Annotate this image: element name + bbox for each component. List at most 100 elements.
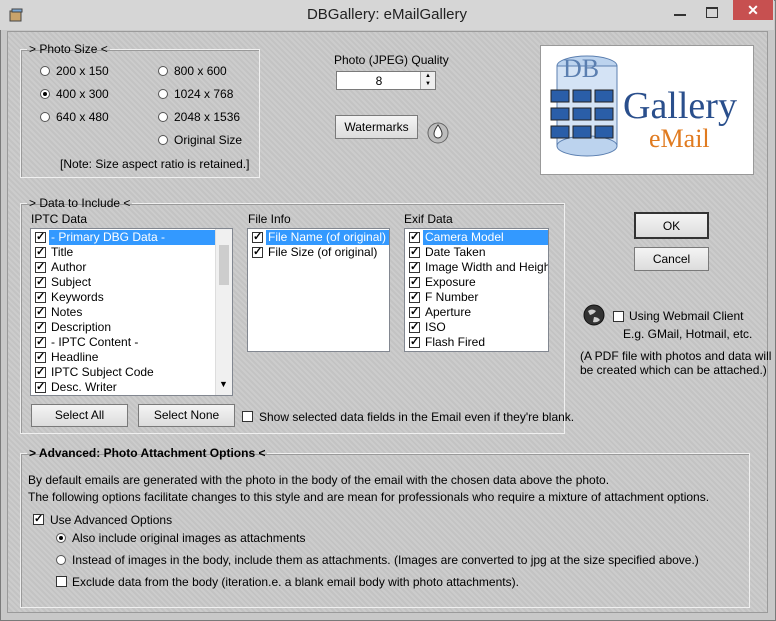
pdf-note-line1: (A PDF file with photos and data will [580,349,772,363]
iptc-item-label: - IPTC Content - [51,335,139,349]
file-info-list[interactable]: ✓ File Name (of original) ✓ File Size (of o… [247,228,390,352]
iptc-list[interactable]: ✓ - Primary DBG Data - ✓ Title ✓ Author ✓ Subje… [30,228,233,396]
checkbox[interactable]: ✓ [409,247,420,258]
checkbox[interactable]: ✓ [35,367,46,378]
size-radio-1024x768[interactable] [158,89,168,99]
use-advanced-checkbox[interactable]: ✓ [33,514,44,525]
iptc-item-label: Author [51,260,87,274]
checkbox[interactable]: ✓ [35,232,46,243]
exif-item[interactable]: ✓ Date Taken [405,245,548,260]
iptc-item[interactable]: ✓ Headline [31,350,215,365]
checkbox[interactable]: ✓ [252,232,263,243]
size-radio-800x600[interactable] [158,66,168,76]
iptc-item[interactable]: ✓ IPTC Subject Code [31,365,215,380]
file-info-item[interactable]: ✓ File Size (of original) [248,245,389,260]
ok-button[interactable]: OK [634,212,709,239]
checkbox[interactable]: ✓ [35,352,46,363]
iptc-item-label: Desc. Writer [51,380,117,394]
checkbox[interactable]: ✓ [35,262,46,273]
exif-item[interactable]: ✓ Exposure [405,275,548,290]
size-radio-originalsize[interactable] [158,135,168,145]
checkbox[interactable]: ✓ [252,247,263,258]
scroll-down-icon[interactable]: ▼ [219,379,228,389]
checkbox[interactable]: ✓ [409,307,420,318]
aspect-note: [Note: Size aspect ratio is retained.] [60,157,250,171]
iptc-item[interactable]: ✓ Notes [31,305,215,320]
cancel-button[interactable]: Cancel [634,247,709,271]
webmail-examples: E.g. GMail, Hotmail, etc. [623,327,753,341]
iptc-item-label: Subject [51,275,92,289]
size-radio-400x300[interactable] [40,89,50,99]
exif-item[interactable]: ✓ ISO [405,320,548,335]
maximize-button[interactable] [706,7,718,18]
exif-item-label: F Number [425,290,479,304]
iptc-item[interactable]: ✓ - Primary DBG Data - [31,230,215,245]
iptc-scrollbar[interactable]: ▼ [215,229,232,395]
checkbox[interactable]: ✓ [35,337,46,348]
webmail-checkbox[interactable] [613,311,624,322]
exif-item[interactable]: ✓ Aperture [405,305,548,320]
file-info-header: File Info [248,212,291,226]
minimize-button[interactable] [674,14,686,16]
checkbox[interactable]: ✓ [35,247,46,258]
iptc-item[interactable]: ✓ Author [31,260,215,275]
size-label: 800 x 600 [174,64,227,78]
file-info-item-label: File Size (of original) [268,245,378,259]
exclude-data-checkbox[interactable] [56,576,67,587]
checkbox[interactable]: ✓ [409,277,420,288]
iptc-item[interactable]: ✓ Keywords [31,290,215,305]
size-radio-2048x1536[interactable] [158,112,168,122]
checkbox[interactable]: ✓ [35,382,46,393]
images-as-attachments-radio[interactable] [56,555,66,565]
exif-item[interactable]: ✓ Image Width and Height [405,260,548,275]
iptc-header: IPTC Data [31,212,88,226]
file-info-item[interactable]: ✓ File Name (of original) [248,230,389,245]
exif-item[interactable]: ✓ F Number [405,290,548,305]
select-none-button[interactable]: Select None [138,404,235,427]
advanced-legend: > Advanced: Photo Attachment Options < [29,446,266,460]
exif-item[interactable]: ✓ Flash Fired [405,335,548,350]
checkbox[interactable]: ✓ [35,322,46,333]
checkbox[interactable]: ✓ [409,322,420,333]
close-button[interactable]: ✕ [733,0,773,20]
size-radio-200x150[interactable] [40,66,50,76]
exif-list[interactable]: ✓ Camera Model ✓ Date Taken ✓ Image Width and… [404,228,549,352]
quality-spinner[interactable]: 8 ▲ ▼ [336,71,436,90]
checkbox[interactable]: ✓ [409,292,420,303]
exif-item[interactable]: ✓ Camera Model [405,230,548,245]
quality-label: Photo (JPEG) Quality [334,53,449,67]
checkbox[interactable]: ✓ [35,277,46,288]
include-attachments-radio[interactable] [56,533,66,543]
iptc-item-label: Headline [51,350,99,364]
logo-db-text: DB [563,54,600,83]
exif-item-label: Date Taken [425,245,486,259]
webmail-label: Using Webmail Client [629,309,744,323]
checkbox[interactable]: ✓ [409,262,420,273]
checkbox[interactable]: ✓ [35,292,46,303]
checkbox[interactable]: ✓ [409,232,420,243]
scrollbar-thumb[interactable] [219,245,229,285]
advanced-desc-1: By default emails are generated with the… [28,473,610,487]
size-label: Original Size [174,133,243,147]
pdf-note-line2: be created which can be attached.) [580,363,767,377]
exif-item-label: Exposure [425,275,476,289]
iptc-item-label: Description [51,320,112,334]
size-radio-640x480[interactable] [40,112,50,122]
iptc-item[interactable]: ✓ Desc. Writer [31,380,215,395]
iptc-item[interactable]: ✓ Subject [31,275,215,290]
iptc-item[interactable]: ✓ Title [31,245,215,260]
show-blank-label: Show selected data fields in the Email e… [259,410,575,424]
watermarks-button[interactable]: Watermarks [335,115,418,139]
select-all-button[interactable]: Select All [31,404,128,427]
checkbox[interactable]: ✓ [409,337,420,348]
images-as-attachments-label: Instead of images in the body, include t… [72,553,699,567]
size-label: 640 x 480 [56,110,109,124]
iptc-item[interactable]: ✓ Description [31,320,215,335]
iptc-item-label: - Primary DBG Data - [49,230,215,245]
show-blank-checkbox[interactable] [242,411,253,422]
checkbox[interactable]: ✓ [35,307,46,318]
water-drop-icon[interactable] [426,113,450,145]
iptc-item[interactable]: ✓ - IPTC Content - [31,335,215,350]
spinner-arrows-icon[interactable]: ▲ ▼ [420,72,435,89]
iptc-item-label: Keywords [51,290,104,304]
